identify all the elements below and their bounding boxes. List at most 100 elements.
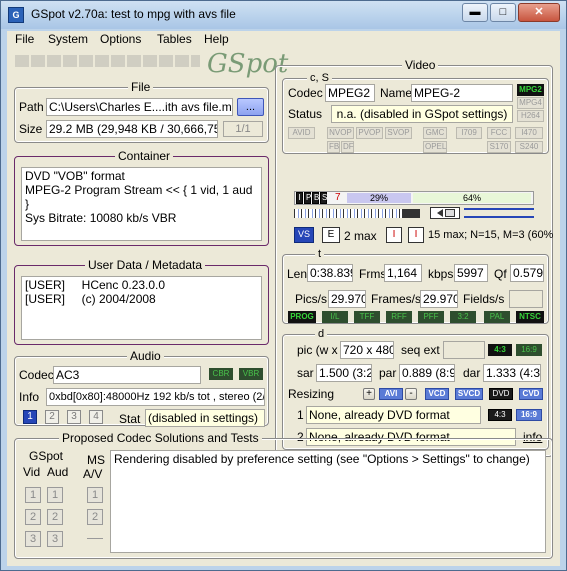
sar-field[interactable]: 1.500 (3:2) xyxy=(316,364,372,382)
resize-dvd[interactable]: DVD xyxy=(489,388,513,400)
res1-field[interactable]: None, already DVD format xyxy=(306,406,481,424)
cs-legend: c, S xyxy=(307,72,332,84)
d-legend: d xyxy=(315,328,328,340)
minimize-button[interactable]: ▬ xyxy=(462,3,488,22)
video-status-field[interactable]: n.a. (disabled in GSpot settings) xyxy=(331,105,513,123)
flag-i709: I709 xyxy=(456,127,482,139)
container-text[interactable]: DVD "VOB" format MPEG-2 Program Stream <… xyxy=(21,167,262,241)
file-legend: File xyxy=(128,80,154,94)
flag-opel: OPEL xyxy=(423,141,447,153)
fields-field[interactable] xyxy=(509,290,543,308)
gspot-window: G GSpot v2.70a: test to mpg with avs fil… xyxy=(0,0,567,571)
audio-info-field[interactable]: 0xbd[0x80]:48000Hz 192 kb/s tot , stereo… xyxy=(46,388,265,406)
flag-i470: I470 xyxy=(515,127,543,139)
resize-cvd[interactable]: CVD xyxy=(519,388,543,400)
pic-label: pic (w x xyxy=(297,343,338,357)
menu-system[interactable]: System xyxy=(48,32,88,46)
video-name-field[interactable]: MPEG-2 xyxy=(411,84,513,102)
pic-field[interactable]: 720 x 480 xyxy=(340,341,394,359)
fields-label: Fields/s xyxy=(463,292,505,306)
ms-1[interactable]: 1 xyxy=(87,487,103,503)
audio-stat-field[interactable]: (disabled in settings) xyxy=(145,409,265,427)
video-codec-field[interactable]: MPEG2 xyxy=(325,84,375,102)
frms-field[interactable]: 1,164 xyxy=(384,264,422,282)
flag-fb: FB xyxy=(327,141,340,153)
container-line: DVD "VOB" format xyxy=(25,169,125,183)
proposed-text[interactable]: Rendering disabled by preference setting… xyxy=(110,450,546,553)
dar-field[interactable]: 1.333 (4:3) xyxy=(483,364,541,382)
frames-field[interactable]: 29.970 xyxy=(420,290,458,308)
kbps-field[interactable]: 5997 xyxy=(454,264,488,282)
audio-codec-field[interactable]: AC3 xyxy=(53,366,201,384)
userdata-text[interactable]: [USER] HCenc 0.23.0.0 [USER] (c) 2004/20… xyxy=(21,276,262,340)
video-codec-label: Codec xyxy=(288,86,323,100)
container-legend: Container xyxy=(115,149,174,163)
menu-help[interactable]: Help xyxy=(204,32,229,46)
resize-svcd[interactable]: SVCD xyxy=(455,388,483,400)
codec-tag-h264: H264 xyxy=(517,110,544,122)
audio-stat-label: Stat xyxy=(119,412,141,426)
gspot-vid-2[interactable]: 2 xyxy=(25,509,41,525)
browse-button[interactable]: ... xyxy=(237,98,264,116)
gspot-aud-1[interactable]: 1 xyxy=(47,487,63,503)
resize-minus[interactable]: - xyxy=(405,388,417,400)
len-field[interactable]: 0:38.839 xyxy=(307,264,353,282)
audio-stream-2[interactable]: 2 xyxy=(45,410,59,424)
ar-tag-169: 16:9 xyxy=(516,344,542,356)
std-rff: RFF xyxy=(386,311,412,323)
pics-label: Pics/s xyxy=(295,292,328,306)
gspot-aud-3[interactable]: 3 xyxy=(47,531,63,547)
maximize-button[interactable]: □ xyxy=(490,3,516,22)
userdata-legend: User Data / Metadata xyxy=(85,258,206,272)
frame-pattern-end xyxy=(402,209,420,218)
flag-s170: S170 xyxy=(487,141,511,153)
pics-field[interactable]: 29.970 xyxy=(328,290,366,308)
close-button[interactable]: ✕ xyxy=(518,3,560,22)
frame-type-s: S xyxy=(320,192,328,204)
std-tff: TFF xyxy=(354,311,380,323)
frame-type-i: I xyxy=(296,192,303,204)
std-32: 3:2 xyxy=(450,311,476,323)
audio-stream-3[interactable]: 3 xyxy=(67,410,81,424)
vs-icon[interactable]: VS xyxy=(294,227,314,243)
path-field[interactable]: C:\Users\Charles E....ith avs file.mpg xyxy=(46,98,233,116)
par-field[interactable]: 0.889 (8:9) xyxy=(399,364,455,382)
title-bar[interactable]: G GSpot v2.70a: test to mpg with avs fil… xyxy=(1,1,566,29)
qf-label: Qf xyxy=(494,267,507,281)
flag-fcc: FCC xyxy=(487,127,511,139)
video-name-label: Name xyxy=(380,86,413,100)
menu-file[interactable]: File xyxy=(15,32,34,46)
ms-label: MS xyxy=(87,453,105,467)
frames-label: Frames/s xyxy=(371,292,422,306)
audio-stream-1[interactable]: 1 xyxy=(23,410,37,424)
frms-label: Frms xyxy=(359,267,387,281)
t-legend: t xyxy=(315,248,325,260)
file-group: File Path C:\Users\Charles E....ith avs … xyxy=(14,80,269,143)
audio-stream-4[interactable]: 4 xyxy=(89,410,103,424)
qf-field[interactable]: 0.579 xyxy=(510,264,544,282)
menu-options[interactable]: Options xyxy=(100,32,141,46)
seqext-field[interactable] xyxy=(443,341,485,359)
client-area: File System Options Tables Help GSpot Fi… xyxy=(7,31,560,566)
proposed-legend: Proposed Codec Solutions and Tests xyxy=(59,431,262,445)
audio-codec-label: Codec xyxy=(19,368,54,382)
menu-tables[interactable]: Tables xyxy=(157,32,192,46)
timing-subgroup: t Len 0:38.839 Frms 1,164 kbps 5997 Qf 0… xyxy=(282,248,549,324)
gspot-aud-2[interactable]: 2 xyxy=(47,509,63,525)
codec-tag-mpg4: MPG4 xyxy=(517,97,544,109)
frame-type-b: B xyxy=(312,192,320,204)
ar-tag-43: 4:3 xyxy=(488,344,512,356)
gspot-vid-1[interactable]: 1 xyxy=(25,487,41,503)
gspot-vid-3[interactable]: 3 xyxy=(25,531,41,547)
size-field[interactable]: 29.2 MB (29,948 KB / 30,666,752 b xyxy=(46,120,218,138)
audio-group: Audio Codec AC3 CBR VBR Info 0xbd[0x80]:… xyxy=(14,349,269,427)
resize-plus[interactable]: + xyxy=(363,388,375,400)
window-title: GSpot v2.70a: test to mpg with avs file xyxy=(31,7,236,21)
pct1-bar: 29% xyxy=(347,193,411,203)
gspot-app-icon[interactable]: G xyxy=(8,7,24,23)
ms-2[interactable]: 2 xyxy=(87,509,103,525)
resize-vcd[interactable]: VCD xyxy=(425,388,449,400)
resize-avi[interactable]: AVI xyxy=(379,388,403,400)
container-line: Sys Bitrate: 10080 kb/s VBR xyxy=(25,211,177,225)
video-status-label: Status xyxy=(288,107,323,121)
